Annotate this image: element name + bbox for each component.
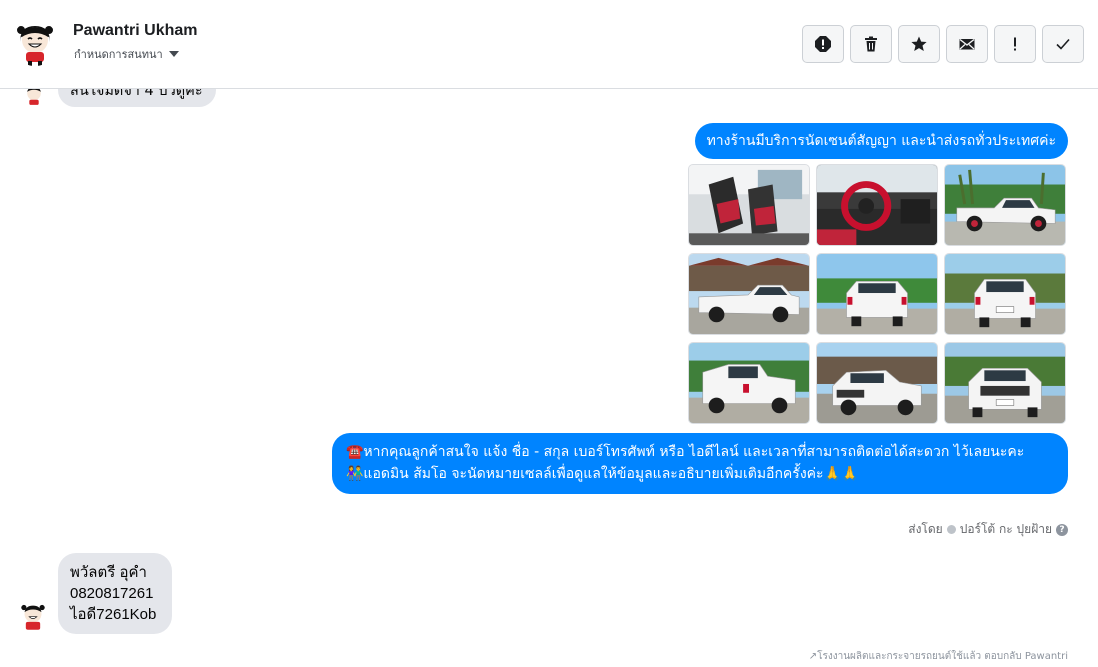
message-text: ส่นใจมัดจำ 4 บัวดูคะ xyxy=(70,89,203,99)
sender-avatar xyxy=(18,601,48,631)
contact-avatar[interactable] xyxy=(12,20,58,66)
interior-seats-image xyxy=(689,165,809,245)
message-line: ไอดี7261Kob xyxy=(70,606,157,623)
avatar-icon xyxy=(22,89,46,107)
outgoing-message-bubble[interactable]: ☎️หากคุณลูกค้าสนใจ แจ้ง ชื่อ - สกุล เบอร… xyxy=(332,433,1068,494)
conversation-header: Pawantri Ukham กำหนดการสนทนา xyxy=(0,0,1098,89)
caret-down-icon xyxy=(168,51,179,57)
truck-rear-image xyxy=(817,254,937,334)
car-photo[interactable] xyxy=(944,164,1066,246)
incoming-message-bubble[interactable]: ส่นใจมัดจำ 4 บัวดูคะ xyxy=(58,89,216,107)
car-photo[interactable] xyxy=(816,164,938,246)
mail-button[interactable] xyxy=(946,25,988,63)
car-photo[interactable] xyxy=(688,164,810,246)
checkmark-icon xyxy=(1056,38,1070,50)
truck-front-side-image xyxy=(817,343,937,423)
truck-front-image xyxy=(945,343,1065,423)
truck-rear-side-image xyxy=(689,343,809,423)
car-photo[interactable] xyxy=(944,342,1066,424)
verified-icon xyxy=(946,525,956,534)
sent-by-label: ส่งโดย xyxy=(908,522,943,536)
message-text: ทางร้านมีบริการนัดเซนต์สัญญา และนำส่งรถท… xyxy=(706,133,1056,149)
spam-button[interactable] xyxy=(802,25,844,63)
interior-steering-image xyxy=(817,165,937,245)
message-thread[interactable]: ส่นใจมัดจำ 4 บัวดูคะ ทางร้านมีบริการนัดเ… xyxy=(0,89,1098,667)
important-button[interactable] xyxy=(994,25,1036,63)
message-line: 0820817261 xyxy=(70,585,154,602)
car-photo[interactable] xyxy=(688,342,810,424)
star-button[interactable] xyxy=(898,25,940,63)
avatar-icon xyxy=(12,20,58,66)
conversation-status-dropdown[interactable]: กำหนดการสนทนา xyxy=(74,45,179,63)
outgoing-message-bubble[interactable]: ทางร้านมีบริการนัดเซนต์สัญญา และนำส่งรถท… xyxy=(694,123,1068,159)
truck-rear-image xyxy=(945,254,1065,334)
reply-source-note: ↗โรงงานผลิตและกระจายรถยนต์ใช้แล้ว ตอบกลั… xyxy=(808,651,1068,662)
message-line: พวัลตรี อุคำ xyxy=(70,564,147,581)
star-icon xyxy=(911,36,927,51)
contact-name: Pawantri Ukham xyxy=(73,22,198,39)
envelope-icon xyxy=(959,38,975,50)
exclamation-icon xyxy=(1014,37,1016,51)
conversation-toolbar xyxy=(802,25,1084,63)
conversation-status-label: กำหนดการสนทนา xyxy=(74,48,163,61)
done-button[interactable] xyxy=(1042,25,1084,63)
truck-side-image xyxy=(945,165,1065,245)
alert-octagon-icon xyxy=(815,36,831,52)
truck-rear-side-image xyxy=(689,254,809,334)
message-text: ☎️หากคุณลูกค้าสนใจ แจ้ง ชื่อ - สกุล เบอร… xyxy=(346,444,1025,460)
incoming-message-bubble[interactable]: พวัลตรี อุคำ 0820817261 ไอดี7261Kob xyxy=(58,553,172,634)
car-photo[interactable] xyxy=(688,253,810,335)
sent-by-name: ปอร์โต้ กะ ปุยฝ้าย xyxy=(959,522,1052,536)
car-photo[interactable] xyxy=(944,253,1066,335)
photo-gallery xyxy=(688,164,1066,424)
car-photo[interactable] xyxy=(816,342,938,424)
help-icon[interactable]: ? xyxy=(1056,523,1068,536)
message-text: 👫แอดมิน ส้มโอ จะนัดหมายเซลล์เพื่อดูแลให้… xyxy=(346,466,859,482)
delete-button[interactable] xyxy=(850,25,892,63)
avatar-icon xyxy=(18,601,48,631)
trash-icon xyxy=(865,36,877,52)
sent-by-info: ส่งโดย ปอร์โต้ กะ ปุยฝ้าย ? xyxy=(908,520,1068,539)
car-photo[interactable] xyxy=(816,253,938,335)
sender-avatar xyxy=(22,89,46,107)
